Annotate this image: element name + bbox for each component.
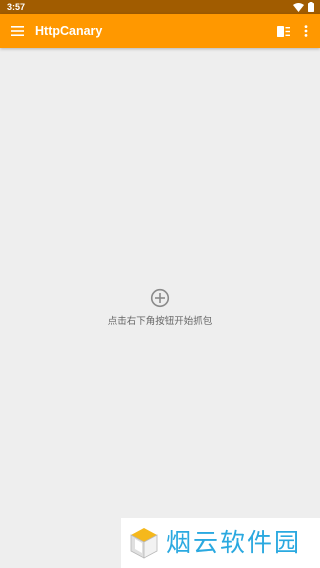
more-vert-icon	[304, 25, 308, 37]
watermark: 烟云软件园	[121, 518, 320, 568]
add-circle-icon[interactable]	[150, 288, 170, 308]
menu-button[interactable]	[8, 22, 26, 40]
status-time: 3:57	[7, 2, 26, 12]
filter-list-icon	[276, 25, 290, 37]
filter-button[interactable]	[274, 22, 292, 40]
status-bar: 3:57	[0, 0, 320, 14]
app-bar: HttpCanary	[0, 14, 320, 48]
menu-icon	[10, 26, 24, 36]
cube-logo-icon	[130, 528, 158, 559]
watermark-text: 烟云软件园	[166, 529, 302, 557]
app-title: HttpCanary	[35, 24, 103, 38]
battery-icon	[308, 2, 314, 12]
empty-state: 点击右下角按钮开始抓包	[0, 288, 320, 328]
status-icons	[293, 2, 314, 12]
wifi-icon	[293, 2, 304, 12]
empty-state-message: 点击右下角按钮开始抓包	[107, 316, 213, 327]
more-button[interactable]	[298, 22, 314, 40]
